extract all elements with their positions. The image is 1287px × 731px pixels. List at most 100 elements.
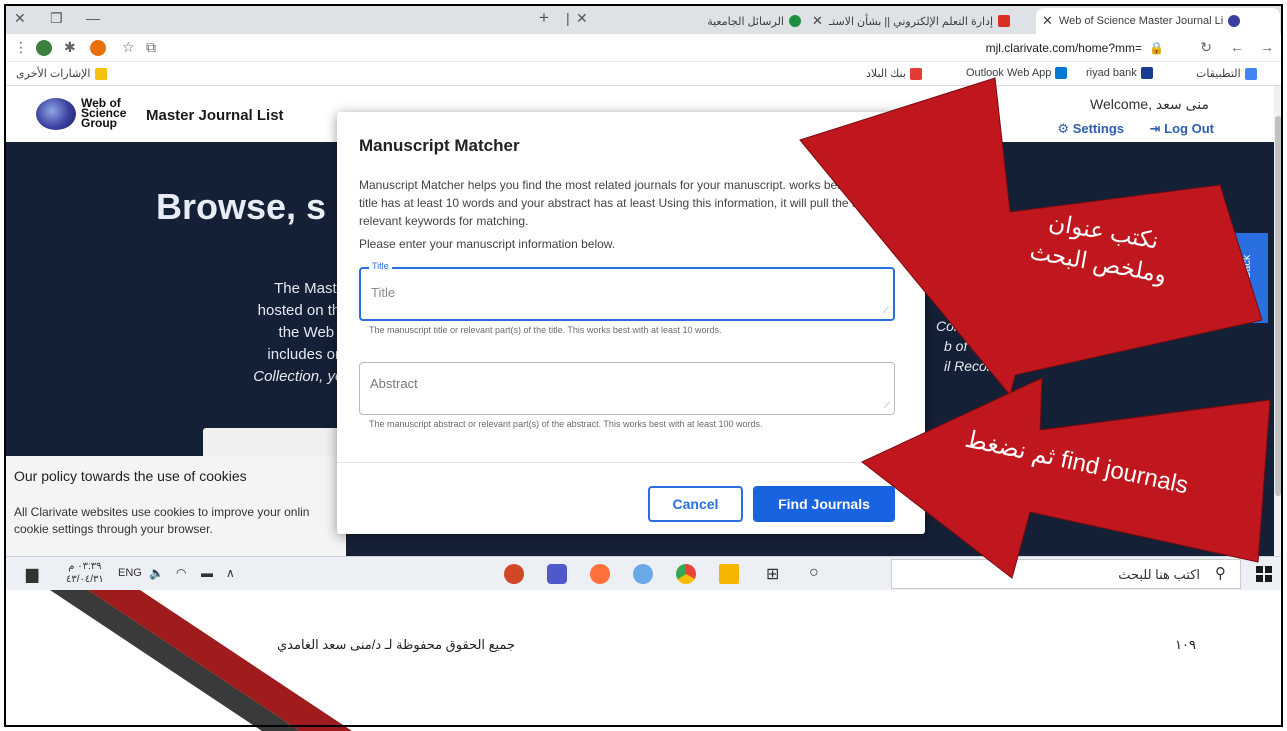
- resize-handle-icon[interactable]: ⟋: [884, 400, 890, 411]
- gray-diagonal-stripe: [50, 590, 300, 731]
- app-icon[interactable]: [633, 564, 653, 584]
- hero-button[interactable]: [203, 428, 353, 458]
- notification-icon[interactable]: ▆: [26, 564, 38, 584]
- title-input[interactable]: Title Title ⟋: [359, 261, 895, 321]
- footer-credit: جميع الحقوق محفوظة لـ د/منى سعد الغامدي: [277, 637, 516, 652]
- globe-icon: [789, 15, 801, 27]
- tab-label: إدارة التعلم الإلكتروني || بشأن الاستـ: [828, 15, 994, 28]
- close-icon[interactable]: ✕: [898, 126, 913, 147]
- cookie-text: All Clarivate websites use cookies to im…: [14, 505, 310, 536]
- bookmark-label: التطبيقات: [1196, 68, 1241, 80]
- site-title[interactable]: Master Journal List: [146, 107, 284, 124]
- clock-date: ٤٣/٠٤/٣١: [66, 574, 104, 585]
- close-window-icon[interactable]: ✕: [14, 10, 26, 27]
- taskbar-search-box[interactable]: اكتب هنا للبحث ⚲: [891, 559, 1241, 589]
- profile-avatar[interactable]: [36, 40, 52, 56]
- tab-master-journal-list[interactable]: ✕ Web of Science Master Journal Li: [1036, 8, 1280, 34]
- chevron-up-icon[interactable]: ∧: [226, 566, 235, 580]
- tab-elearning[interactable]: ✕ إدارة التعلم الإلكتروني || بشأن الاستـ: [806, 8, 1031, 34]
- hero-right-line: il Record,: [944, 358, 1004, 374]
- bank-icon: [909, 67, 922, 80]
- gmail-icon: [998, 15, 1011, 27]
- windows-start-icon[interactable]: [1256, 566, 1272, 582]
- language-indicator[interactable]: ENG: [118, 567, 142, 579]
- clock-time: ٠٣:٣٩ م: [68, 561, 102, 572]
- url-field[interactable]: mjl.clarivate.com/home?mm=: [986, 41, 1142, 55]
- chrome-icon[interactable]: [676, 564, 696, 584]
- dialog-description: Manuscript Matcher helps you find the mo…: [359, 178, 906, 228]
- wifi-icon[interactable]: ◠: [176, 566, 186, 580]
- feedback-tab[interactable]: Feedback: [1232, 233, 1268, 323]
- page-scrollbar[interactable]: [1274, 86, 1282, 556]
- forward-icon[interactable]: →: [1260, 39, 1274, 55]
- new-tab-button[interactable]: +: [539, 8, 549, 28]
- share-icon[interactable]: ⧉: [146, 39, 156, 56]
- riyad-bank-icon: [1140, 67, 1153, 79]
- taskbar-search-placeholder: اكتب هنا للبحث: [1118, 567, 1200, 582]
- outlook-icon: [1055, 67, 1068, 79]
- dialog-prompt: Please enter your manuscript information…: [359, 237, 616, 251]
- close-tab-icon[interactable]: ✕: [576, 10, 588, 27]
- welcome-text: Welcome, منى سعد: [1090, 96, 1209, 112]
- settings-link[interactable]: ⚙ Settings: [1057, 121, 1124, 137]
- bookmark-outlook[interactable]: Outlook Web App: [966, 67, 1068, 79]
- bookmark-label: بنك البلاد: [866, 68, 906, 80]
- hero-title: Browse, s: [156, 186, 327, 227]
- web-of-science-logo-icon[interactable]: [36, 98, 76, 130]
- find-journals-button[interactable]: Find Journals: [753, 486, 895, 522]
- bookmark-label: riyad bank: [1086, 67, 1137, 79]
- folder-icon: [94, 67, 107, 80]
- bookmark-bilad[interactable]: بنك البلاد: [866, 67, 922, 80]
- tab-label: الرسائل الجامعية: [707, 15, 784, 28]
- tab-thesis[interactable]: الرسائل الجامعية: [596, 8, 806, 34]
- close-tab-icon[interactable]: ✕: [1042, 13, 1053, 29]
- logo-text: Web of Science Group: [81, 97, 126, 129]
- powerpoint-icon[interactable]: [504, 564, 524, 584]
- star-icon[interactable]: ☆: [122, 39, 135, 56]
- task-view-icon[interactable]: ⊞: [766, 564, 779, 584]
- resize-handle-icon[interactable]: ⟋: [883, 305, 889, 316]
- tab-label: Web of Science Master Journal Li: [1058, 15, 1224, 27]
- cancel-button[interactable]: Cancel: [648, 486, 743, 522]
- extension-icon[interactable]: [90, 40, 106, 56]
- other-bookmarks-label: الإشارات الأخرى: [16, 68, 91, 80]
- settings-label: Settings: [1072, 121, 1124, 136]
- back-icon[interactable]: ←: [1230, 39, 1244, 55]
- apps-grid-icon: [1244, 67, 1257, 80]
- other-bookmarks[interactable]: الإشارات الأخرى: [16, 67, 107, 80]
- dialog-divider: [337, 462, 925, 463]
- bookmark-riyad-bank[interactable]: riyad bank: [1086, 67, 1153, 79]
- bookmark-label: Outlook Web App: [966, 67, 1052, 79]
- bookmark-apps[interactable]: التطبيقات: [1196, 67, 1257, 80]
- logout-link[interactable]: ⇥ Log Out: [1150, 121, 1214, 137]
- close-tab-icon[interactable]: ✕: [812, 13, 823, 29]
- address-bar-row: ⋮ ✱ ☆ ⧉ mjl.clarivate.com/home?mm= 🔒 ↻ ←…: [6, 34, 1282, 62]
- restore-window-icon[interactable]: ❐: [50, 10, 63, 27]
- search-icon: ⚲: [1215, 565, 1226, 582]
- file-explorer-icon[interactable]: [719, 564, 739, 584]
- volume-icon[interactable]: 🔈: [149, 566, 164, 580]
- web-of-science-favicon: [1228, 15, 1241, 27]
- teams-icon[interactable]: [547, 564, 567, 584]
- slide: ✕ ❐ — + | ✕ الرسائل الجامعية ✕ إدارة الت…: [0, 0, 1287, 731]
- clock[interactable]: ٠٣:٣٩ م ٤٣/٠٤/٣١: [66, 560, 104, 586]
- minimize-window-icon[interactable]: —: [86, 10, 100, 26]
- battery-icon[interactable]: ▬: [201, 566, 213, 580]
- manuscript-matcher-dialog: Manuscript Matcher ✕ Manuscript Matcher …: [337, 112, 925, 534]
- feedback-label: Feedback: [1241, 254, 1253, 303]
- hero-right-line: b of ce Core: [944, 338, 1021, 354]
- scrollbar-thumb[interactable]: [1275, 116, 1281, 496]
- lock-icon: 🔒: [1149, 41, 1164, 55]
- feedback-icon: [1243, 303, 1257, 315]
- reload-icon[interactable]: ↻: [1200, 39, 1212, 56]
- title-field-label: Title: [369, 261, 392, 271]
- cortana-icon[interactable]: ○: [809, 564, 819, 582]
- extensions-icon[interactable]: ✱: [64, 39, 76, 56]
- menu-dots-icon[interactable]: ⋮: [14, 39, 28, 56]
- abstract-placeholder: Abstract: [370, 376, 418, 391]
- bookmarks-bar: الإشارات الأخرى بنك البلاد Outlook Web A…: [6, 62, 1282, 86]
- abstract-helper-text: The manuscript abstract or relevant part…: [369, 419, 763, 429]
- red-diagonal-stripe: [88, 590, 352, 731]
- abstract-input[interactable]: Abstract ⟋: [359, 362, 895, 415]
- firefox-icon[interactable]: [590, 564, 610, 584]
